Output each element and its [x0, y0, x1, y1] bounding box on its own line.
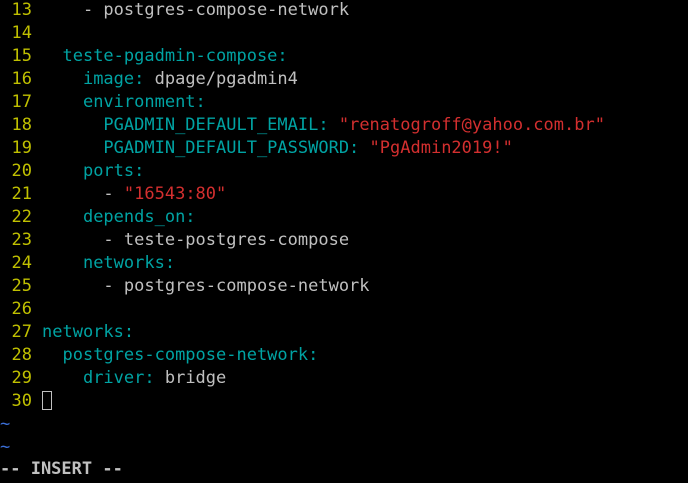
line-number: 29: [11, 368, 32, 388]
tilde-marker: ~: [0, 414, 11, 434]
yaml-string: "renatogroff@yahoo.com.br": [338, 115, 605, 135]
yaml-value: - postgres-compose-network: [82, 0, 350, 20]
line-number: 24: [11, 253, 32, 273]
code-line[interactable]: 30: [0, 390, 52, 413]
tilde-marker: ~: [0, 437, 11, 457]
line-number: 21: [11, 184, 32, 204]
line-number: 20: [11, 161, 32, 181]
yaml-key: teste-pgadmin-compose:: [62, 46, 288, 66]
mode-indicator: -- INSERT --: [0, 459, 123, 479]
yaml-string: "PgAdmin2019!": [369, 138, 513, 158]
line-number: 28: [11, 345, 32, 365]
code-line[interactable]: 28 postgres-compose-network:: [0, 344, 319, 367]
line-number: 17: [11, 92, 32, 112]
code-line[interactable]: 26: [0, 298, 42, 321]
line-number: 25: [11, 276, 32, 296]
code-line[interactable]: 27 networks:: [0, 321, 135, 344]
yaml-string: "16543:80": [123, 184, 227, 204]
code-line[interactable]: 23 - teste-postgres-compose: [0, 229, 350, 252]
code-line[interactable]: 29 driver: bridge: [0, 367, 227, 390]
line-number: 18: [11, 115, 32, 135]
code-line[interactable]: 16 image: dpage/pgadmin4: [0, 68, 298, 91]
yaml-key: PGADMIN_DEFAULT_EMAIL:: [103, 115, 329, 135]
code-line[interactable]: 18 PGADMIN_DEFAULT_EMAIL: "renatogroff@y…: [0, 114, 605, 137]
yaml-value: [359, 138, 369, 158]
yaml-value: [329, 115, 339, 135]
yaml-value: - teste-postgres-compose: [103, 230, 350, 250]
yaml-value: -: [103, 184, 124, 204]
line-number: 23: [11, 230, 32, 250]
code-line[interactable]: 20 ports:: [0, 160, 145, 183]
yaml-key: ports:: [82, 161, 145, 181]
code-line[interactable]: 15 teste-pgadmin-compose:: [0, 45, 288, 68]
line-number: 14: [11, 23, 32, 43]
yaml-key: depends_on:: [82, 207, 196, 227]
line-number: 30: [11, 391, 32, 411]
code-line[interactable]: 13 - postgres-compose-network: [0, 0, 350, 22]
code-line[interactable]: 19 PGADMIN_DEFAULT_PASSWORD: "PgAdmin201…: [0, 137, 513, 160]
line-number: 13: [11, 0, 32, 20]
code-line[interactable]: 25 - postgres-compose-network: [0, 275, 370, 298]
yaml-value: - postgres-compose-network: [103, 276, 370, 296]
vim-terminal-window[interactable]: 13 - postgres-compose-network 14 15 teste-…: [0, 0, 688, 483]
code-line[interactable]: 24 networks:: [0, 252, 176, 275]
yaml-key: postgres-compose-network:: [62, 345, 319, 365]
line-number: 22: [11, 207, 32, 227]
code-line[interactable]: 14: [0, 22, 42, 45]
line-number: 26: [11, 299, 32, 319]
yaml-value: bridge: [154, 368, 227, 388]
line-number: 16: [11, 69, 32, 89]
yaml-key: image:: [82, 69, 145, 89]
line-number: 15: [11, 46, 32, 66]
line-number: 19: [11, 138, 32, 158]
code-line[interactable]: 17 environment:: [0, 91, 206, 114]
code-line[interactable]: 21 - "16543:80": [0, 183, 227, 206]
yaml-key: driver:: [82, 368, 155, 388]
yaml-key: environment:: [82, 92, 206, 112]
yaml-value: dpage/pgadmin4: [144, 69, 298, 89]
text-cursor: [42, 391, 52, 410]
yaml-key: networks:: [42, 322, 135, 342]
yaml-key: networks:: [82, 253, 176, 273]
yaml-key: PGADMIN_DEFAULT_PASSWORD:: [103, 138, 360, 158]
line-number: 27: [11, 322, 32, 342]
code-line[interactable]: 22 depends_on:: [0, 206, 196, 229]
